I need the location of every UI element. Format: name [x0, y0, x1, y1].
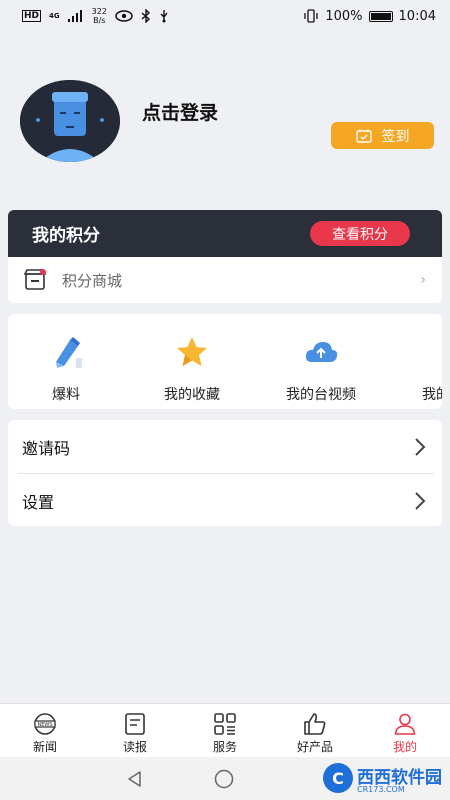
- avatar-face-icon: [20, 80, 120, 162]
- menu-item-settings[interactable]: 设置: [8, 474, 442, 527]
- chevron-right-icon: [415, 491, 426, 510]
- clock: 10:04: [398, 8, 436, 24]
- battery-icon: [368, 10, 393, 22]
- newspaper-icon: [125, 713, 145, 735]
- net-speed-unit: B/s: [93, 16, 106, 25]
- hd-indicator: HD: [22, 10, 42, 22]
- status-right: 100% 10:04: [303, 9, 436, 24]
- home-circle-icon[interactable]: [214, 769, 234, 789]
- back-triangle-icon[interactable]: [126, 770, 144, 788]
- network-type: 4G: [49, 12, 60, 20]
- feature-label: 我的台视频: [286, 387, 356, 403]
- shop-icon: [23, 269, 47, 290]
- watermark-text: 西西软件园: [357, 767, 442, 788]
- net-speed: 322 B/s: [92, 7, 107, 25]
- view-points-button[interactable]: 查看积分: [310, 221, 410, 246]
- settings-menu: 邀请码 设置: [8, 420, 442, 526]
- cloud-upload-icon: [305, 342, 338, 362]
- pencil-icon: [56, 337, 82, 368]
- checkin-label: 签到: [381, 128, 410, 145]
- watermark: C 西西软件园 CR173.COM: [323, 757, 442, 799]
- svg-text:NEWS: NEWS: [37, 722, 52, 728]
- thumbs-up-icon: [304, 713, 326, 735]
- bottom-nav: NEWS 新闻 读报 服务 好产品 我的: [0, 703, 450, 757]
- feature-report[interactable]: 爆料: [8, 334, 126, 404]
- nav-label: 好产品: [296, 740, 333, 754]
- grid-icon: [214, 713, 236, 735]
- avatar[interactable]: [20, 80, 120, 162]
- nav-tab-products[interactable]: 好产品: [270, 704, 360, 757]
- points-title: 我的积分: [32, 226, 100, 246]
- star-icon: [177, 337, 207, 366]
- net-speed-value: 322: [91, 7, 107, 16]
- points-mall-label: 积分商城: [62, 271, 123, 290]
- nav-label: 我的: [392, 740, 417, 754]
- watermark-logo: C: [323, 763, 353, 793]
- chevron-right-icon: ›: [420, 272, 426, 288]
- nav-tab-newspaper[interactable]: 读报: [90, 704, 180, 757]
- eye-icon: [115, 10, 133, 22]
- calendar-check-icon: [355, 129, 372, 143]
- points-header: 我的积分 查看积分: [8, 210, 442, 257]
- feature-label: 我的收藏: [164, 387, 220, 403]
- nav-tab-mine[interactable]: 我的: [360, 704, 450, 757]
- user-icon: [394, 713, 416, 735]
- menu-item-invite-code[interactable]: 邀请码: [8, 420, 442, 473]
- login-link[interactable]: 点击登录: [142, 98, 218, 125]
- features-row: 爆料 我的收藏 我的台视频 我的: [8, 314, 442, 409]
- watermark-text-block: 西西软件园 CR173.COM: [357, 763, 442, 794]
- chevron-right-icon: [415, 437, 426, 456]
- feature-videos[interactable]: 我的台视频: [261, 334, 381, 404]
- feature-label: 我的: [422, 387, 442, 403]
- feature-favorites[interactable]: 我的收藏: [132, 334, 252, 404]
- usb-icon: [160, 10, 168, 23]
- checkin-button[interactable]: 签到: [331, 122, 434, 149]
- status-left: HD 4G 322 B/s: [22, 7, 169, 25]
- nav-label: 服务: [212, 740, 237, 754]
- vibrate-icon: [304, 9, 319, 23]
- nav-label: 新闻: [32, 740, 57, 754]
- nav-tab-news[interactable]: NEWS 新闻: [0, 704, 90, 757]
- feature-label: 爆料: [52, 387, 80, 403]
- nav-label: 读报: [122, 740, 147, 754]
- menu-item-label: 邀请码: [22, 438, 71, 458]
- bluetooth-icon: [141, 9, 150, 23]
- points-mall-row[interactable]: 积分商城 ›: [8, 257, 442, 303]
- signal-icon: [67, 10, 82, 22]
- feature-partial[interactable]: 我的: [400, 334, 442, 404]
- menu-item-label: 设置: [22, 492, 55, 512]
- nav-tab-services[interactable]: 服务: [180, 704, 270, 757]
- globe-news-icon: NEWS: [34, 713, 56, 735]
- battery-percent: 100%: [325, 8, 363, 24]
- status-bar: HD 4G 322 B/s 100% 10:04: [0, 0, 450, 32]
